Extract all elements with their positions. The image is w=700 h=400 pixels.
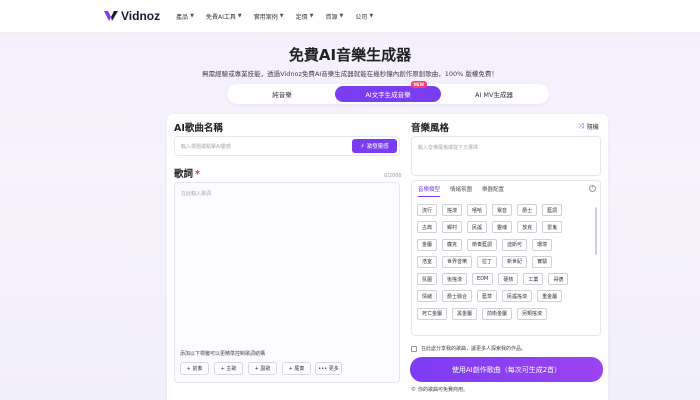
shuffle-button[interactable]: ⤨ 隨機 — [578, 122, 599, 131]
music-style-placeholder: 輸入音樂風格或從下方選擇 — [418, 145, 479, 151]
style-tag[interactable]: 浩室 — [417, 255, 438, 268]
style-tag[interactable]: 民謠 — [467, 221, 488, 234]
chevron-down-icon: ▼ — [369, 13, 374, 19]
lyrics-heading: 歌詞 * — [174, 169, 200, 180]
chevron-down-icon: ▼ — [309, 13, 314, 19]
nav-products[interactable]: 產品 ▼ — [176, 12, 194, 21]
tab-genre[interactable]: 音樂類型 — [418, 185, 441, 197]
tab-text-to-music[interactable]: AI文字生成音樂 NEW — [335, 81, 441, 102]
add-intro-button[interactable]: + 前奏 — [180, 362, 209, 375]
chevron-down-icon: ▼ — [237, 13, 242, 19]
style-tag[interactable]: 後搖滾 — [442, 273, 468, 286]
style-tag[interactable]: 藍草 — [477, 290, 498, 303]
lightning-icon: ⚡ — [360, 142, 365, 150]
top-nav: Vidnoz 產品 ▼ 免費AI工具 ▼ 實用案例 ▼ 定價 ▼ 資源 ▼ 公司 ▼ — [0, 0, 700, 33]
style-tag[interactable]: 哥德 — [548, 273, 569, 286]
style-tag[interactable]: 前衛金屬 — [482, 307, 513, 320]
style-tag[interactable]: 氛圍 — [417, 273, 438, 286]
lyrics-tag-hint: 添加以下標籤可以更精準控制歌詞結構 — [180, 351, 266, 357]
tab-instrumental[interactable]: 純音樂 — [229, 86, 335, 102]
style-tag[interactable]: 實驗 — [532, 255, 553, 268]
info-icon[interactable]: ! — [589, 185, 596, 192]
share-consent[interactable]: 在此處分享我的歌曲，讓更多人探索我的作品。 — [411, 345, 526, 352]
inspire-button[interactable]: ⚡ 激發靈感 — [352, 139, 397, 153]
style-tag[interactable]: 靈魂 — [492, 221, 513, 234]
style-tag[interactable]: 另類搖滾 — [517, 307, 548, 320]
shuffle-icon: ⤨ — [578, 122, 584, 130]
style-tag[interactable]: EDM — [472, 273, 494, 286]
chevron-down-icon: ▼ — [339, 13, 344, 19]
copyright-icon: © — [411, 386, 416, 393]
commercial-use-note: © 你的歌曲可免費商用。 — [411, 386, 469, 394]
required-mark: * — [195, 169, 200, 180]
style-tag[interactable]: 世界音樂 — [442, 255, 473, 268]
logo[interactable]: Vidnoz — [104, 9, 160, 23]
chevron-down-icon: ▼ — [190, 13, 194, 19]
new-badge: NEW — [410, 81, 427, 88]
style-tag[interactable]: 鄉村 — [442, 221, 463, 234]
style-tag[interactable]: 搖滾 — [442, 204, 463, 216]
style-tag[interactable]: 死亡金屬 — [417, 307, 448, 320]
style-tag[interactable]: 爵士 — [517, 204, 538, 216]
style-tag[interactable]: 爵士融合 — [442, 290, 473, 303]
style-tag[interactable]: 迪斯可 — [502, 238, 528, 251]
add-outro-button[interactable]: + 尾奏 — [282, 362, 311, 375]
tab-instruments[interactable]: 樂器配置 — [482, 185, 504, 197]
page-title: 免費AI音樂生成器 — [288, 46, 412, 64]
style-tag[interactable]: 嘻哈 — [467, 204, 488, 216]
tab-ai-mv[interactable]: AI MV生成器 — [441, 86, 547, 102]
tab-mood[interactable]: 情緒氛圍 — [450, 185, 472, 197]
chevron-down-icon: ▼ — [279, 13, 284, 19]
style-tag[interactable]: 節奏藍調 — [467, 238, 498, 251]
style-tag[interactable]: 雷鬼 — [542, 221, 563, 234]
nav-free-ai-tools[interactable]: 免費AI工具 ▼ — [206, 12, 242, 21]
style-tag[interactable]: 民謠搖滾 — [502, 290, 533, 303]
style-tag[interactable]: 環境 — [532, 238, 553, 251]
style-category-tabs: 音樂類型 情緒氛圍 樂器配置 — [418, 185, 514, 197]
music-style-input[interactable]: 輸入音樂風格或從下方選擇 — [411, 136, 601, 176]
share-checkbox[interactable] — [411, 345, 417, 352]
song-title-heading: AI歌曲名稱 — [174, 123, 223, 134]
style-tag[interactable]: 拉丁 — [477, 255, 498, 268]
style-tag[interactable]: 情緒 — [417, 290, 438, 303]
mode-tabs: 純音樂 AI文字生成音樂 NEW AI MV生成器 — [227, 81, 549, 104]
more-tags-button[interactable]: ••• 更多 — [315, 362, 342, 375]
nav-use-cases[interactable]: 實用案例 ▼ — [254, 12, 284, 21]
vidnoz-logo-icon — [104, 11, 118, 21]
style-tag[interactable]: 藍調 — [542, 204, 563, 216]
nav-company[interactable]: 公司 ▼ — [355, 12, 373, 21]
nav-pricing[interactable]: 定價 ▼ — [296, 12, 314, 21]
add-chorus-button[interactable]: + 副歌 — [248, 362, 277, 375]
style-tag[interactable]: 電音 — [492, 204, 513, 216]
style-tag-grid: 流行 搖滾 嘻哈 電音 爵士 藍調 古典 鄉村 民謠 靈魂 放克 雷鬼 金屬 龐… — [417, 204, 593, 329]
style-tag[interactable]: 流行 — [417, 204, 438, 216]
add-verse-button[interactable]: + 主歌 — [214, 362, 243, 375]
style-tag[interactable]: 黑金屬 — [452, 307, 478, 320]
brand-name: Vidnoz — [121, 9, 161, 23]
style-tag[interactable]: 新世紀 — [502, 255, 528, 268]
style-tag[interactable]: 古典 — [417, 221, 438, 234]
song-title-placeholder: 輸入標題或點擊AI靈感 — [181, 144, 231, 150]
generate-button[interactable]: 使用AI創作歌曲（每次可生成2首） — [410, 357, 603, 382]
tag-scrollbar[interactable] — [595, 207, 597, 255]
style-tag[interactable]: 龐克 — [442, 238, 463, 251]
lyrics-counter: 0/2000 — [384, 173, 402, 179]
lyrics-placeholder: 在此輸入歌詞 — [181, 191, 212, 197]
style-tag[interactable]: 放克 — [517, 221, 538, 234]
style-tag[interactable]: 金屬 — [417, 238, 438, 251]
style-tag[interactable]: 工業 — [523, 273, 544, 286]
style-tag[interactable]: 硬核 — [498, 273, 519, 286]
page-subtitle: 無需經驗或專業技能，透過Vidnoz免費AI音樂生成器就能在幾秒鐘內創作原創歌曲… — [202, 70, 498, 78]
nav-resources[interactable]: 資源 ▼ — [325, 12, 343, 21]
music-style-heading: 音樂風格 — [411, 123, 450, 134]
style-tag[interactable]: 重金屬 — [537, 290, 563, 303]
